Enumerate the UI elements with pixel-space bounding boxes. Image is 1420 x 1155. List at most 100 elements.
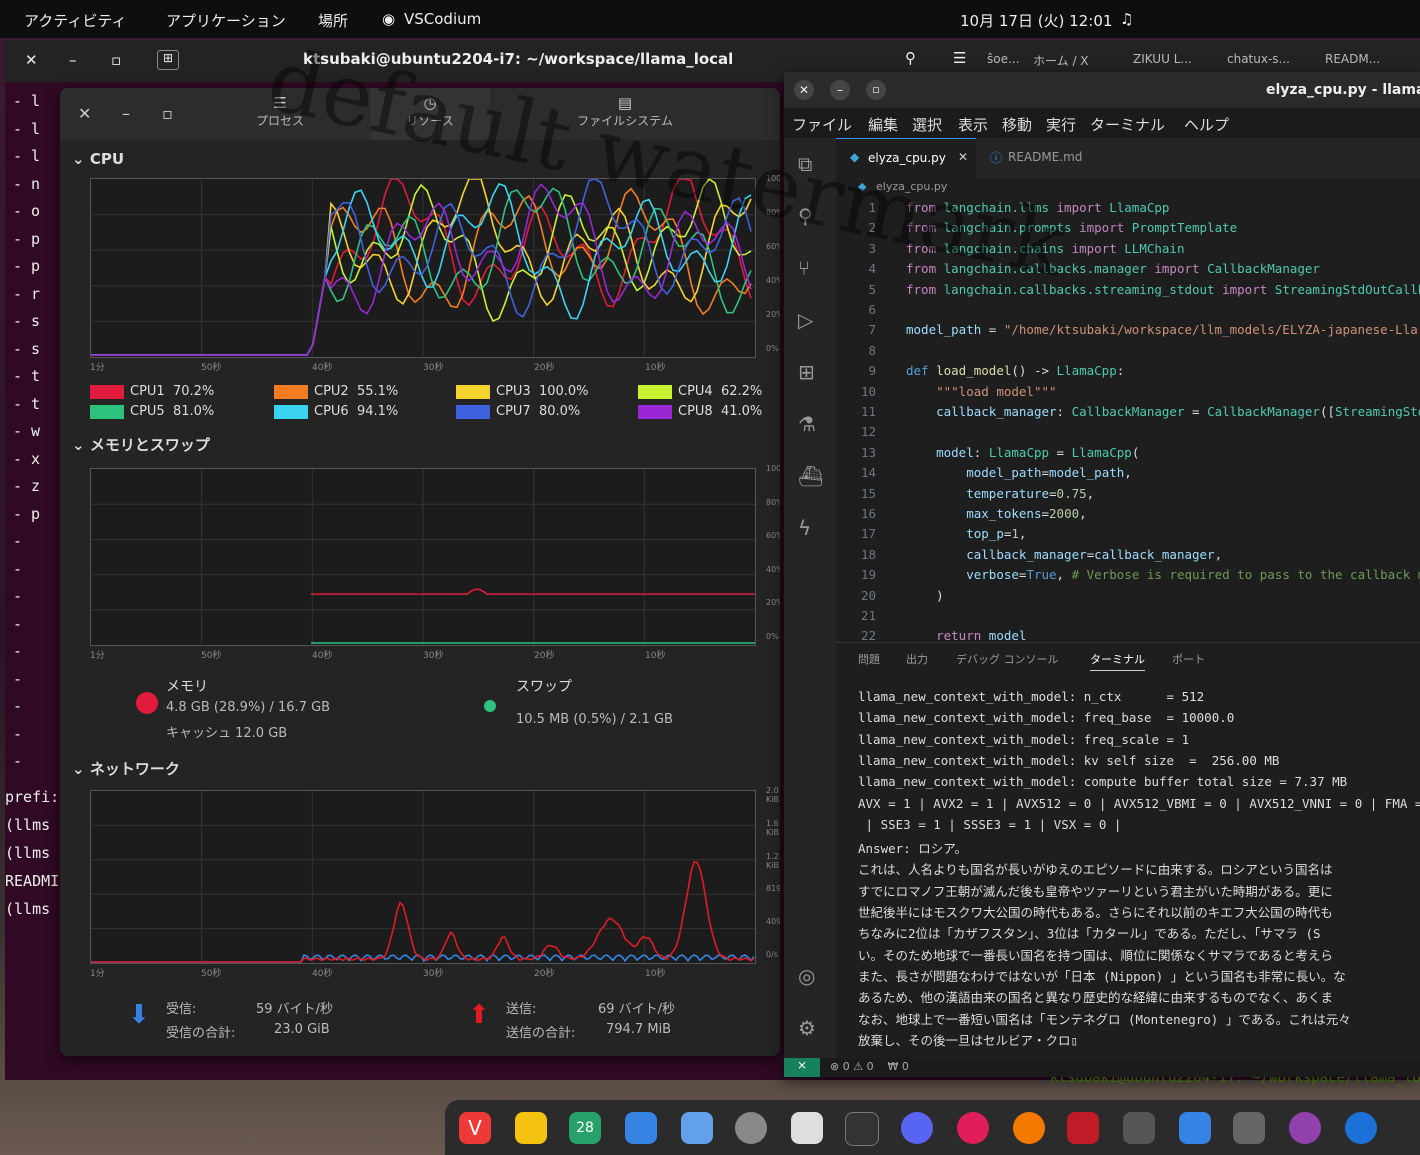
app-icon[interactable] — [1179, 1112, 1211, 1144]
explorer-icon[interactable]: ⧉ — [798, 152, 812, 176]
browser-tab[interactable]: READM... — [1325, 52, 1380, 66]
minimize-icon[interactable]: – — [830, 80, 850, 100]
activities-button[interactable]: アクティビティ — [24, 10, 126, 31]
cpu-color-swatch[interactable] — [638, 404, 672, 419]
maximize-icon[interactable]: ▫ — [162, 104, 173, 123]
search-icon[interactable]: ⚲ — [798, 204, 813, 228]
text-editor-icon[interactable] — [791, 1112, 823, 1144]
terminal-output-line: これは、人名よりも国名が長いがゆえのエピソードに由来する。ロシアという国名は — [858, 862, 1333, 878]
menu-view[interactable]: 表示 — [958, 114, 988, 135]
system-monitor-header: ✕ – ▫ ☰ プロセス ◷ リソース ▤ ファイルシステム — [60, 88, 780, 140]
terminal-icon[interactable] — [845, 1112, 879, 1146]
writer-icon[interactable] — [681, 1112, 713, 1144]
app-icon[interactable] — [1123, 1112, 1155, 1144]
problems-status[interactable]: ⊗ 0 ⚠ 0 ₩ 0 — [830, 1060, 909, 1073]
app-icon[interactable] — [1233, 1112, 1265, 1144]
cpu-color-swatch[interactable] — [456, 404, 490, 419]
extensions-icon[interactable]: ⊞ — [798, 360, 815, 384]
docker-icon[interactable]: ⛴ — [798, 464, 823, 488]
app-icon[interactable] — [1067, 1112, 1099, 1144]
account-icon[interactable]: ◎ — [798, 964, 815, 988]
tab-elyza-cpu[interactable]: ◆ elyza_cpu.py ✕ — [836, 138, 976, 179]
minimize-icon[interactable]: – — [69, 51, 77, 69]
menu-go[interactable]: 移動 — [1002, 114, 1032, 135]
close-icon[interactable]: ✕ — [794, 80, 814, 100]
cpu-legend-item[interactable]: CPU1 70.2% — [90, 384, 214, 399]
notification-icon[interactable]: ♫ — [1120, 10, 1133, 28]
run-debug-icon[interactable]: ▷ — [798, 308, 813, 332]
vivaldi-icon[interactable]: V — [459, 1112, 491, 1144]
places-menu[interactable]: 場所 — [318, 10, 348, 31]
cpu-legend-item[interactable]: CPU8 41.0% — [638, 404, 762, 419]
code-editor[interactable]: ◆ elyza_cpu.py 1 from langchain.llms impo… — [836, 178, 1420, 643]
close-icon[interactable]: ✕ — [78, 104, 91, 123]
browser-tab[interactable]: chatux-s... — [1227, 52, 1290, 66]
slack-icon[interactable] — [957, 1112, 989, 1144]
x-tick: 1分 — [90, 651, 105, 661]
system-monitor-window[interactable]: ✕ – ▫ ☰ プロセス ◷ リソース ▤ ファイルシステム ⌄ CPU 1分 50秒 4… — [60, 88, 780, 1056]
lightning-icon[interactable]: ϟ — [798, 516, 811, 540]
new-tab-icon[interactable]: ⊞ — [157, 50, 179, 70]
cpu-legend-item[interactable]: CPU5 81.0% — [90, 404, 214, 419]
files-icon[interactable] — [625, 1112, 657, 1144]
breadcrumb[interactable]: elyza_cpu.py — [876, 180, 947, 193]
hamburger-menu-icon[interactable]: ☰ — [953, 49, 966, 67]
menu-file[interactable]: ファイル — [792, 114, 852, 135]
menu-help[interactable]: ヘルプ — [1184, 114, 1229, 135]
x-tick: 1分 — [90, 363, 105, 373]
tab-filesystems[interactable]: ▤ ファイルシステム — [565, 94, 685, 129]
cpu-color-swatch[interactable] — [274, 404, 308, 419]
panel-tab-problems[interactable]: 問題 — [858, 651, 880, 667]
vscodium-window[interactable]: ✕ – ▫ elyza_cpu.py - llama_ ファイル 編集 選択 表… — [784, 72, 1420, 1077]
mail-icon[interactable] — [515, 1112, 547, 1144]
minimize-icon[interactable]: – — [122, 104, 130, 123]
maximize-icon[interactable]: ▫ — [866, 80, 886, 100]
vscodium-dock-icon[interactable] — [1345, 1112, 1377, 1144]
menu-edit[interactable]: 編集 — [868, 114, 898, 135]
clock[interactable]: 10月 17日 (火) 12:01 — [960, 10, 1112, 31]
tab-readme[interactable]: ⓘ README.md — [978, 138, 1118, 178]
panel-tab-output[interactable]: 出力 — [906, 651, 928, 667]
browser-tab[interactable]: ŝoe... — [987, 52, 1019, 66]
app-icon[interactable] — [1289, 1112, 1321, 1144]
settings-icon[interactable] — [735, 1112, 767, 1144]
panel-tab-ports[interactable]: ポート — [1172, 651, 1205, 667]
gear-icon[interactable]: ⚙ — [798, 1016, 816, 1040]
tab-resources[interactable]: ◷ リソース — [370, 88, 490, 140]
memory-section-toggle[interactable]: ⌄ メモリとスワップ — [72, 434, 210, 455]
browser-tab[interactable]: ZIKUU L... — [1133, 52, 1192, 66]
cpu-legend-item[interactable]: CPU7 80.0% — [456, 404, 580, 419]
blender-icon[interactable] — [1013, 1112, 1045, 1144]
menu-terminal[interactable]: ターミナル — [1090, 114, 1165, 135]
panel-tab-terminal[interactable]: ターミナル — [1090, 651, 1145, 671]
maximize-icon[interactable]: ▫ — [111, 51, 121, 69]
close-tab-icon[interactable]: ✕ — [958, 150, 968, 164]
cpu-color-swatch[interactable] — [456, 384, 490, 399]
discord-icon[interactable] — [901, 1112, 933, 1144]
cpu-legend-item[interactable]: CPU3 100.0% — [456, 384, 589, 399]
network-section-toggle[interactable]: ⌄ ネットワーク — [72, 758, 180, 779]
cpu-color-swatch[interactable] — [90, 384, 124, 399]
close-icon[interactable]: ✕ — [25, 51, 38, 69]
cpu-legend-item[interactable]: CPU2 55.1% — [274, 384, 398, 399]
search-icon[interactable]: ⚲ — [905, 49, 916, 67]
panel-tab-debug-console[interactable]: デバッグ コンソール — [956, 651, 1059, 667]
x-tick: 1分 — [90, 969, 105, 979]
source-control-icon[interactable]: ⑂ — [798, 256, 810, 280]
browser-tab[interactable]: ホーム / X — [1033, 52, 1089, 69]
calendar-icon[interactable]: 28 — [569, 1112, 601, 1144]
testing-icon[interactable]: ⚗ — [798, 412, 816, 436]
x-tick: 50秒 — [201, 969, 222, 979]
focused-app-name[interactable]: VSCodium — [404, 10, 481, 28]
menu-run[interactable]: 実行 — [1046, 114, 1076, 135]
tab-processes[interactable]: ☰ プロセス — [220, 94, 340, 129]
remote-icon[interactable]: ⨯ — [784, 1058, 820, 1077]
menu-selection[interactable]: 選択 — [912, 114, 942, 135]
cpu-legend-item[interactable]: CPU4 62.2% — [638, 384, 762, 399]
cpu-section-toggle[interactable]: ⌄ CPU — [72, 150, 124, 168]
applications-menu[interactable]: アプリケーション — [166, 10, 286, 31]
cpu-color-swatch[interactable] — [638, 384, 672, 399]
cpu-color-swatch[interactable] — [274, 384, 308, 399]
cpu-color-swatch[interactable] — [90, 404, 124, 419]
cpu-legend-item[interactable]: CPU6 94.1% — [274, 404, 398, 419]
